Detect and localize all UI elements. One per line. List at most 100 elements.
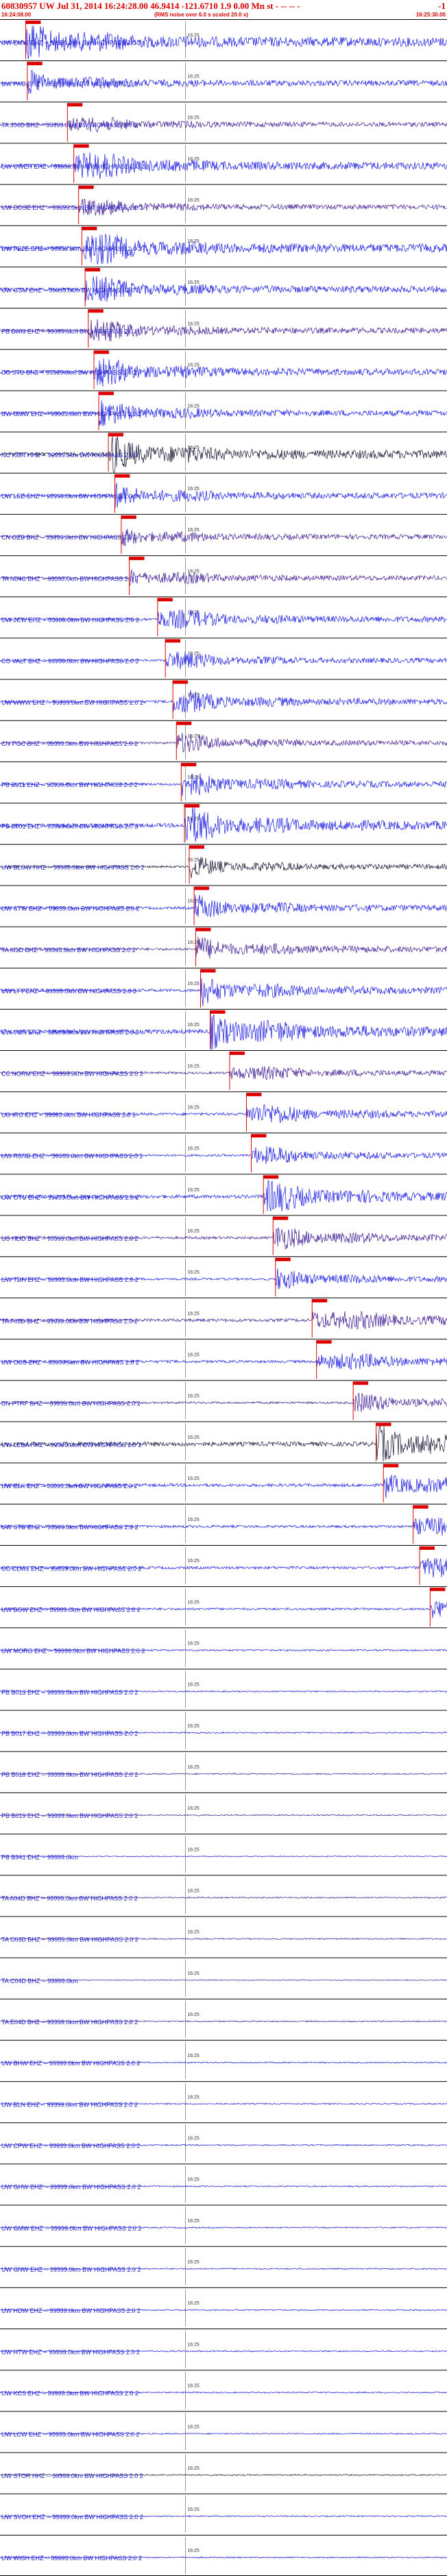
trace-row: 16:25 UW GSM EHZ -- 99999.0km BW HIGHPASS…	[0, 266, 447, 307]
minute-label: 16:25	[187, 1105, 200, 1110]
trace-row: 16:25UW PE2E EHZ -- 99999.0km BW HIGHPAS…	[0, 225, 447, 265]
trace-row: 16:25 UW KCS EHZ -- 99999.0km BW HIGHPASS…	[0, 2370, 447, 2409]
pick-marker	[176, 721, 192, 725]
trace-row: 16:25UW JCW EHZ -- 99999.0km BW HIGHPASS…	[0, 596, 447, 637]
minute-label: 16:25	[187, 2342, 200, 2347]
station-label: TA N04C BHZ -- 99999.0km BW HIGHPASS 2.0…	[1, 575, 138, 582]
pick-marker	[430, 1588, 446, 1592]
minute-label: 16:25	[187, 2219, 200, 2224]
trace-row: 16:25 UW CPW EHZ -- 99999.0km BW HIGHPASS…	[0, 2122, 447, 2162]
station-label: CC CLMS EHZ -- 99999.0km BW HIGHPASS 2.0…	[1, 1565, 141, 1572]
minute-label: 16:25	[187, 1806, 200, 1811]
minute-label: 16:25	[187, 1188, 200, 1193]
station-label: PB B017 EHZ -- 99999.0km BW HIGHPASS 2.0…	[1, 1730, 138, 1737]
event-flag: -1	[438, 1, 446, 11]
event-title: 60830957 UW Jul 31, 2014 16:24:28.00 46.…	[1, 1, 300, 11]
pick-marker	[157, 598, 173, 602]
minute-label: 16:25	[187, 734, 200, 739]
trace-row: 16:25 TA J04D BHZ -- 99999.0km BW HIGHPAS…	[0, 101, 447, 142]
station-label: UW LCW EHZ -- 99999.0km BW HIGHPASS 2.0 …	[1, 2431, 139, 2438]
station-label: TA F05D BHZ -- 99999.0km BW HIGHPASS 2.0…	[1, 1317, 138, 1324]
pick-marker	[88, 309, 104, 313]
trace-row: 16:25 CN PGC BHZ -- 99999.0km BW HIGHPASS…	[0, 720, 447, 760]
trace-row: 16:25 UW EMW EHZ -- 99999.0km BW HIGHPASS…	[0, 19, 447, 60]
pick-marker	[129, 557, 145, 561]
minute-label: 16:25	[187, 1229, 200, 1234]
trace-row: 16:25 UW LTY EHZ -- 99999.0km BW HIGHPASS…	[0, 967, 447, 1008]
minute-label: 16:25	[187, 1847, 200, 1852]
trace-row: 16:25 UW LCW EHZ -- 99999.0km BW HIGHPASS…	[0, 2411, 447, 2451]
minute-label: 16:25	[187, 1435, 200, 1440]
trace-row: 16:25UW UWEH EHZ -- 99999.0km BW HIGHPAS…	[0, 143, 447, 183]
station-label: CC VALT EHZ -- 99999.0km BW HIGHPASS 2.0…	[1, 658, 138, 665]
pick-marker	[263, 1175, 279, 1179]
trace-row: 16:25 TA E04D BHZ -- 99999.0km BW HIGHPAS…	[0, 1998, 447, 2038]
trace-row: 16:25 UW RSNB EHZ -- 99999.0km BW HIGHPAS…	[0, 1132, 447, 1173]
station-label: UW GHW EHZ -- 99999.0km BW HIGHPASS 2.0 …	[1, 2184, 141, 2191]
pick-marker	[376, 1422, 391, 1426]
minute-label: 16:25	[187, 2549, 200, 2553]
pick-marker	[316, 1340, 332, 1344]
station-label: UW BLN EHZ -- 99999.0km BW HIGHPASS 2.0 …	[1, 2101, 138, 2108]
pick-marker	[195, 927, 211, 932]
minute-label: 16:25	[187, 1600, 200, 1605]
pick-marker	[383, 1463, 399, 1468]
trace-row: 16:25 PB B017 EHZ -- 99999.0km BW HIGHPAS…	[0, 1710, 447, 1749]
rms-note: (RMS noise over 6.0 s scaled 20.0 x)	[154, 12, 248, 18]
station-label: US HLID BHZ -- 99999.0km BW HIGHPASS 2.0…	[1, 1235, 138, 1242]
pick-marker	[200, 969, 216, 973]
minute-label: 16:25	[187, 982, 200, 986]
trace-row: 16:25 PB B011 EHZ -- 99999.0km BW HIGHPAS…	[0, 761, 447, 802]
trace-row: 16:25 PB B003 EHZ -- 99999.0km BW HIGHPAS…	[0, 308, 447, 348]
station-label: UW GMW EHZ -- 99999.0km BW HIGHPASS 2.0 …	[1, 411, 141, 417]
pick-marker	[246, 1093, 262, 1097]
trace-row: 16:25 UW HDW EHZ -- 99999.0km BW HIGHPASS…	[0, 2287, 447, 2327]
station-label: CC STD BHZ -- 99999.0km BW HIGHPASS 2.0 …	[1, 369, 136, 376]
station-label: UW STOR HHZ -- 99999.0km BW HIGHPASS 2.0…	[1, 2472, 143, 2479]
station-label: CN PGC BHZ -- 99999.0km BW HIGHPASS 2.0 …	[1, 740, 138, 747]
minute-label: 16:25	[187, 116, 200, 121]
pick-marker	[82, 226, 97, 230]
station-label: UW UWEH EHZ -- 99999.0km BW HIGHPASS 2.0…	[1, 163, 145, 170]
start-time: 16:24:08.00	[1, 12, 32, 18]
minute-label: 16:25	[187, 1477, 200, 1481]
station-label: UW BOW EHZ -- 99999.0km BW HIGHPASS 2.0 …	[1, 1606, 141, 1613]
station-label: UW ELK EHZ -- 99999.0km BW HIGHPASS 2.0 …	[1, 1483, 137, 1490]
minute-label: 16:25	[187, 198, 200, 203]
trace-row: 16:25 UW LEBA HHZ -- 99999.0km BW HIGHPAS…	[0, 1421, 447, 1462]
minute-label: 16:25	[187, 2507, 200, 2512]
trace-row: 16:25 TA F05D BHZ -- 99999.0km BW HIGHPAS…	[0, 1298, 447, 1338]
trace-row: 16:25PB B001 EHZ -- 99999.0km BW HIGHPAS…	[0, 803, 447, 843]
pick-marker	[78, 185, 94, 189]
pick-marker	[173, 680, 189, 684]
station-label: UW BHW EHZ -- 99999.0km BW HIGHPASS 2.0 …	[1, 2060, 140, 2067]
trace-row: 16:25UW WWW EHZ -- 99999.0km BW HIGHPASS…	[0, 679, 447, 719]
pick-marker	[413, 1505, 428, 1509]
seismogram-plot: 16:25 UW EMW EHZ -- 99999.0km BW HIGHPASS…	[0, 19, 447, 2576]
trace-row: 16:25 PB B018 EHZ -- 99999.0km BW HIGHPAS…	[0, 1751, 447, 1790]
minute-label: 16:25	[187, 2425, 200, 2430]
station-label: PB B003 EHZ -- 99999.0km BW HIGHPASS 2.0…	[1, 328, 138, 335]
station-label: UW PE2E EHZ -- 99999.0km BW HIGHPASS 2.0…	[1, 245, 141, 252]
trace-row: 16:25 UO IRO EHZ -- 99999.0km BW HIGHPASS…	[0, 1091, 447, 1132]
pick-marker	[25, 21, 41, 24]
minute-label: 16:25	[187, 1147, 200, 1152]
trace-row: 16:25TA N04C BHZ -- 99999.0km BW HIGHPAS…	[0, 555, 447, 596]
pick-marker	[67, 103, 83, 107]
minute-label: 16:25	[187, 1064, 200, 1069]
pick-marker	[420, 1546, 435, 1550]
trace-row: 16:25 UW SVOH EHZ -- 99999.0km BW HIGHPAS…	[0, 2493, 447, 2533]
pick-marker	[108, 433, 124, 437]
minute-label: 16:25	[187, 775, 200, 780]
minute-label: 16:25	[187, 1642, 200, 1647]
station-label: PB B018 EHZ -- 99999.0km BW HIGHPASS 2.0…	[1, 1771, 138, 1778]
trace-row: 16:25 PB B941 EHZ -- 99999.0km	[0, 1834, 447, 1873]
minute-label: 16:25	[187, 321, 200, 326]
minute-label: 16:25	[187, 899, 200, 904]
station-label: UW CPW EHZ -- 99999.0km BW HIGHPASS 2.0 …	[1, 2143, 140, 2150]
trace-row: 16:25 PB B019 EHZ -- 99999.0km BW HIGHPAS…	[0, 1792, 447, 1832]
trace-row: 16:25 UW GMW EHZ -- 99999.0km BW HIGHPASS…	[0, 2204, 447, 2244]
minute-label: 16:25	[187, 2136, 200, 2141]
trace-row: 16:25 CC CLMS EHZ -- 99999.0km BW HIGHPAS…	[0, 1544, 447, 1585]
station-label: UW LEBA HHZ -- 99999.0km BW HIGHPASS 2.0…	[1, 1442, 141, 1448]
